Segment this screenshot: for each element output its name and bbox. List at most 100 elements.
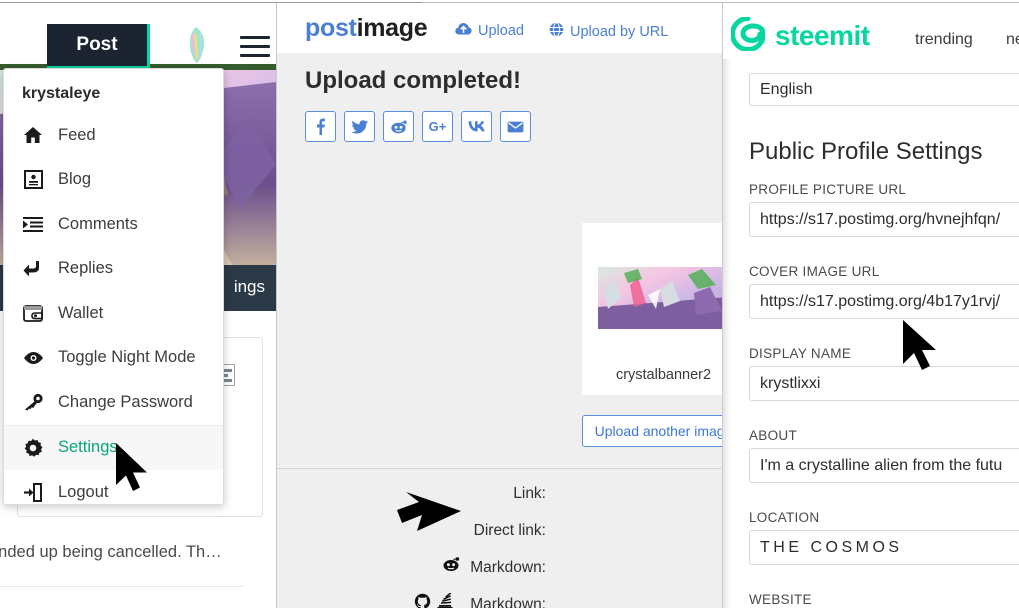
- section-divider: [277, 468, 722, 469]
- hamburger-menu-icon[interactable]: [240, 36, 270, 58]
- field-profile-picture-url: PROFILE PICTURE URL https://s17.postimg.…: [749, 182, 1019, 237]
- dropdown-item-logout[interactable]: Logout: [4, 470, 223, 515]
- uploaded-thumbnail[interactable]: [598, 267, 722, 329]
- field-display-name: DISPLAY NAME krystlixxi: [749, 346, 1019, 401]
- googleplus-share-button[interactable]: G+: [422, 111, 453, 142]
- link-label: Link:: [513, 485, 546, 502]
- steemit-app-window-left: ings ended up being cancelled. Th… Post: [0, 0, 276, 608]
- eye-icon: [22, 347, 44, 369]
- twitter-share-button[interactable]: [344, 111, 375, 142]
- window-top-edge: [0, 0, 1019, 3]
- nav-new[interactable]: ne: [1006, 31, 1019, 49]
- dropdown-item-label: Toggle Night Mode: [58, 348, 196, 367]
- dropdown-item-label: Wallet: [58, 303, 104, 322]
- screenshot-root: ings ended up being cancelled. Th… Post: [0, 0, 1019, 608]
- nav-trending[interactable]: trending: [915, 31, 973, 49]
- dropdown-item-label: Feed: [58, 125, 96, 144]
- field-about: ABOUT I'm a crystalline alien from the f…: [749, 428, 1019, 483]
- field-website: WEBSITE: [749, 592, 1019, 608]
- link-label: Direct link:: [473, 522, 546, 539]
- bottom-divider: [0, 586, 244, 587]
- upload-status-title: Upload completed!: [305, 67, 522, 94]
- home-icon: [22, 124, 44, 146]
- facebook-share-button[interactable]: [305, 111, 336, 142]
- cloud-upload-icon: [455, 22, 472, 40]
- field-cover-image-url: COVER IMAGE URL https://s17.postimg.org/…: [749, 264, 1019, 319]
- display-name-input[interactable]: krystlixxi: [749, 366, 1019, 401]
- user-avatar[interactable]: [182, 25, 212, 65]
- link-row: Direct link: https://s17.postimg.c: [277, 515, 722, 552]
- comments-icon: [22, 213, 44, 235]
- reddit-share-button[interactable]: [383, 111, 414, 142]
- github-icon: [414, 593, 432, 608]
- blog-icon: [22, 169, 44, 191]
- link-row: Markdown: [crystalbanner2.png](: [277, 552, 722, 589]
- dropdown-item-settings[interactable]: Settings: [4, 425, 223, 470]
- steemit-brand-text[interactable]: steemit: [775, 20, 870, 52]
- cover-image-url-input[interactable]: https://s17.postimg.org/4b17y1rvj/: [749, 284, 1019, 319]
- gear-icon: [22, 437, 44, 459]
- dropdown-item-label: Comments: [58, 214, 138, 233]
- profile-nav-tab-settings[interactable]: ings: [234, 277, 265, 297]
- dropdown-item-label: Change Password: [58, 392, 193, 411]
- about-input[interactable]: I'm a crystalline alien from the futu: [749, 448, 1019, 483]
- link-list: Link: https://postimg.org/i Direct link:…: [277, 478, 722, 608]
- field-label: LOCATION: [749, 510, 820, 525]
- post-snippet-text: ended up being cancelled. Th…: [0, 543, 222, 561]
- pane-shadow: [723, 3, 731, 608]
- dropdown-item-blog[interactable]: Blog: [4, 158, 223, 203]
- steemit-settings-window: steemit trending ne English Public Profi…: [722, 0, 1019, 608]
- field-label: ABOUT: [749, 428, 798, 443]
- logout-icon: [22, 481, 44, 503]
- postimage-header: postimage Upload Upload by URL: [277, 3, 722, 53]
- dropdown-item-wallet[interactable]: Wallet: [4, 291, 223, 336]
- uploaded-image-name: crystalbanner2: [615, 367, 712, 383]
- app-topbar: Post: [0, 3, 276, 69]
- public-profile-settings-heading: Public Profile Settings: [749, 138, 983, 165]
- key-icon: [22, 391, 44, 413]
- dropdown-item-list: Feed Blog Comments Replies Wallet Toggle…: [4, 113, 223, 515]
- postimage-body: Upload completed! G+ crystalbanner2 Uplo…: [277, 53, 722, 608]
- dropdown-item-label: Logout: [58, 482, 109, 501]
- dropdown-item-comments[interactable]: Comments: [4, 202, 223, 247]
- dropdown-username: krystaleye: [22, 85, 101, 102]
- uploaded-image-card: crystalbanner2: [582, 223, 722, 395]
- nav-upload[interactable]: Upload: [455, 22, 524, 40]
- vk-share-button[interactable]: [461, 111, 492, 142]
- link-label: Markdown:: [470, 596, 546, 608]
- reply-arrow-icon: [22, 258, 44, 280]
- nav-upload-by-url[interactable]: Upload by URL: [549, 22, 668, 41]
- profile-picture-url-input[interactable]: https://s17.postimg.org/hvnejhfqn/: [749, 202, 1019, 237]
- dropdown-item-toggle-night-mode[interactable]: Toggle Night Mode: [4, 336, 223, 381]
- stackoverflow-icon: [437, 592, 455, 608]
- link-label: Markdown:: [470, 559, 546, 576]
- email-share-button[interactable]: [500, 111, 531, 142]
- top-edge-segment: [0, 2, 422, 3]
- postimage-logo[interactable]: postimage: [305, 14, 428, 43]
- user-dropdown-menu: krystaleye Feed Blog Comments Replies Wa…: [3, 68, 224, 505]
- share-button-row: G+: [305, 111, 531, 142]
- nav-upload-by-url-label: Upload by URL: [570, 23, 669, 40]
- globe-icon: [549, 22, 564, 41]
- field-label: PROFILE PICTURE URL: [749, 182, 907, 197]
- dropdown-item-feed[interactable]: Feed: [4, 113, 223, 158]
- field-label: WEBSITE: [749, 592, 812, 607]
- steemit-header: steemit trending ne: [723, 3, 1019, 59]
- upload-another-image-button[interactable]: Upload another image: [582, 415, 722, 447]
- dropdown-item-label: Settings: [58, 438, 118, 457]
- dropdown-item-change-password[interactable]: Change Password: [4, 380, 223, 425]
- field-label: COVER IMAGE URL: [749, 264, 880, 279]
- steemit-logo-icon[interactable]: [730, 16, 767, 52]
- field-label: DISPLAY NAME: [749, 346, 852, 361]
- link-row: Link: https://postimg.org/i: [277, 478, 722, 515]
- dropdown-item-replies[interactable]: Replies: [4, 247, 223, 292]
- link-row: Markdown: [![crystalbanner2.png: [277, 589, 722, 608]
- postimage-window: postimage Upload Upload by URL Upload co…: [276, 0, 722, 608]
- post-button[interactable]: Post: [47, 24, 150, 69]
- dropdown-item-label: Blog: [58, 170, 92, 189]
- language-select[interactable]: English: [749, 73, 1019, 106]
- wallet-icon: [22, 302, 44, 324]
- location-input[interactable]: THE COSMOS: [749, 530, 1019, 565]
- reddit-icon: [442, 556, 460, 574]
- logo-part-image: image: [356, 14, 428, 42]
